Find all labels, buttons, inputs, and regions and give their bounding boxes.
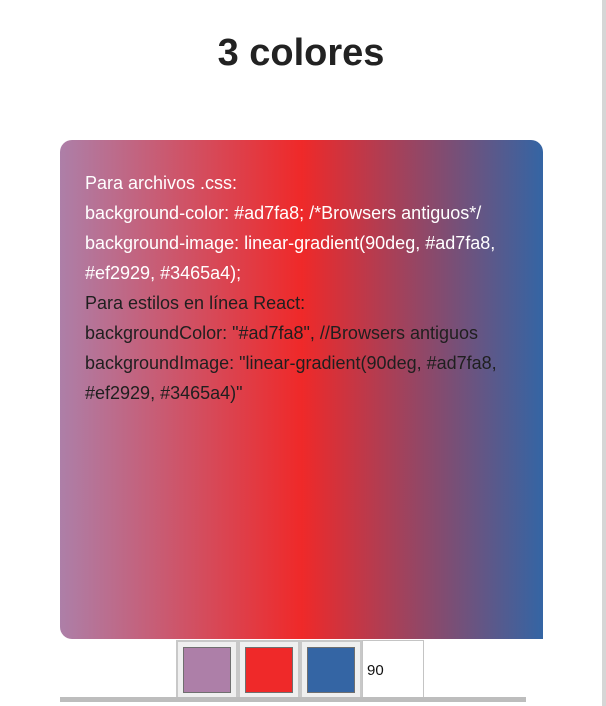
css-heading: Para archivos .css:: [85, 173, 238, 193]
gradient-preview: Para archivos .css: background-color: #a…: [60, 140, 543, 639]
color-swatch-1: [183, 647, 231, 693]
color-swatch-2: [245, 647, 293, 693]
react-heading: Para estilos en línea React:: [85, 293, 306, 313]
code-snippet: Para archivos .css: background-color: #a…: [85, 168, 533, 408]
react-background-image-line: backgroundImage: "linear-gradient(90deg,…: [85, 353, 497, 403]
page-title: 3 colores: [217, 32, 385, 74]
css-background-image-line: background-image: linear-gradient(90deg,…: [85, 233, 496, 283]
angle-input[interactable]: [362, 640, 424, 700]
angle-slider-track[interactable]: [60, 697, 526, 702]
scrollbar-edge: [602, 0, 606, 706]
color-picker-3[interactable]: [300, 640, 362, 700]
page: 3 colores Para archivos .css: background…: [0, 0, 606, 706]
css-background-color-line: background-color: #ad7fa8; /*Browsers an…: [85, 203, 482, 223]
color-swatch-3: [307, 647, 355, 693]
react-background-color-line: backgroundColor: "#ad7fa8", //Browsers a…: [85, 323, 479, 343]
color-picker-2[interactable]: [238, 640, 300, 700]
color-picker-1[interactable]: [176, 640, 238, 700]
gradient-controls: [176, 640, 424, 700]
